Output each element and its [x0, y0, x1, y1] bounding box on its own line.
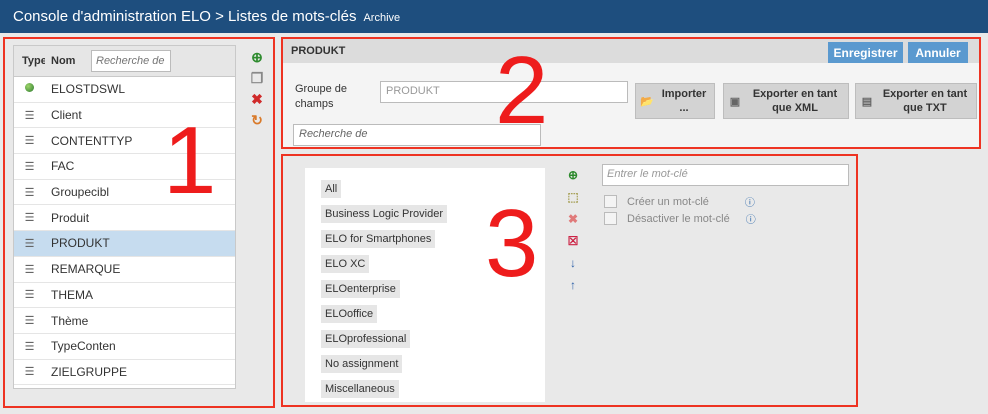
sort-ascending-icon[interactable]: ↓	[564, 256, 582, 278]
txt-export-icon: ▤	[861, 95, 873, 108]
list-item-label: Produit	[51, 210, 90, 225]
info-icon[interactable]: ⓘ	[746, 211, 756, 226]
column-header-name[interactable]: Nom	[45, 55, 91, 67]
list-icon: ☰	[24, 109, 35, 122]
export-xml-button[interactable]: ▣ Exporter en tant que XML	[723, 83, 849, 119]
export-txt-button[interactable]: ▤ Exporter en tant que TXT	[855, 83, 977, 119]
list-icon: ☰	[24, 289, 35, 302]
list-item[interactable]: ☰ ZIELGRUPPE	[14, 360, 235, 386]
list-item[interactable]: ☰ PRODUKT	[14, 231, 235, 257]
annotation-number-1: 1	[163, 107, 217, 214]
list-item-label: ELOSTDSWL	[51, 82, 126, 97]
delete-icon[interactable]: ✖	[247, 91, 267, 112]
keyword-item[interactable]: No assignment	[321, 355, 403, 373]
list-icon: ☰	[24, 340, 35, 353]
keyword-item[interactable]: Miscellaneous	[321, 380, 399, 398]
list-item[interactable]: ☰ REMARQUE	[14, 257, 235, 283]
keyword-input[interactable]: Entrer le mot-clé	[602, 164, 849, 186]
globe-icon	[14, 83, 45, 95]
add-icon[interactable]: ⊕	[247, 49, 267, 70]
info-icon[interactable]: ⓘ	[745, 194, 755, 209]
list-item-label: Groupecibl	[51, 185, 110, 200]
keyword-list-detail-panel: PRODUKT Enregistrer Annuler Groupe de ch…	[281, 37, 981, 149]
keywords-panel: All Business Logic Provider ELO for Smartp…	[281, 154, 858, 407]
title-bar: Console d'administration ELO > Listes de…	[0, 0, 988, 33]
keyword-actions: ⊕ ⬚ ✖ ☒ ↓ ↑	[564, 168, 582, 300]
list-icon: ☰	[24, 237, 35, 250]
list-item-label: Thème	[51, 313, 89, 328]
add-keyword-icon[interactable]: ⊕	[564, 168, 582, 190]
keyword-item[interactable]: ELO XC	[321, 255, 370, 273]
cancel-button[interactable]: Annuler	[908, 42, 968, 63]
list-item[interactable]: ☰ THEMA	[14, 283, 235, 309]
keyword-lists-panel: Type Nom ELOSTDSWL ☰ Client ☰ CONTENTTYP ☰ FAC…	[3, 37, 275, 408]
annotation-number-2: 2	[495, 37, 549, 144]
list-item-label: CONTENTTYP	[51, 133, 133, 148]
sort-descending-icon[interactable]: ↑	[564, 278, 582, 300]
list-item-label: ZIELGRUPPE	[51, 364, 128, 379]
list-item-label: THEMA	[51, 287, 93, 302]
detail-title: PRODUKT	[291, 45, 346, 57]
list-item[interactable]: ☰ TypeConten	[14, 334, 235, 360]
list-item[interactable]: ELOSTDSWL	[14, 77, 235, 103]
import-button[interactable]: 📂 Importer ...	[635, 83, 715, 119]
delete-all-icon[interactable]: ☒	[564, 234, 582, 256]
list-item-label: REMARQUE	[51, 262, 121, 277]
list-icon: ☰	[24, 366, 35, 379]
delete-keyword-icon[interactable]: ✖	[564, 212, 582, 234]
list-icon: ☰	[24, 315, 35, 328]
refresh-icon[interactable]: ↻	[247, 112, 267, 133]
disable-keyword-checkbox[interactable]: Désactiver le mot-clé ⓘ	[604, 211, 756, 226]
create-keyword-checkbox[interactable]: Créer un mot-clé ⓘ	[604, 194, 755, 209]
list-icon: ☰	[24, 135, 35, 148]
list-icon: ☰	[24, 212, 35, 225]
keyword-item[interactable]: All	[321, 180, 342, 198]
list-icon: ☰	[24, 263, 35, 276]
add-sub-keyword-icon[interactable]: ⬚	[564, 190, 582, 212]
list-item-label: PRODUKT	[51, 236, 110, 251]
app-subtitle: Archive	[363, 11, 401, 24]
list-item-label: TypeConten	[51, 339, 116, 354]
keyword-item[interactable]: ELO for Smartphones	[321, 230, 436, 248]
column-header-type[interactable]: Type	[14, 55, 45, 67]
list-actions: ⊕ ❐ ✖ ↻	[247, 49, 267, 133]
annotation-number-3: 3	[485, 190, 539, 297]
list-item-label: Client	[51, 108, 82, 123]
folder-icon: 📂	[640, 95, 654, 108]
list-item[interactable]: ☰ Thème	[14, 308, 235, 334]
keyword-item[interactable]: ELOprofessional	[321, 330, 411, 348]
copy-icon[interactable]: ❐	[247, 70, 267, 91]
keyword-list-table: Type Nom ELOSTDSWL ☰ Client ☰ CONTENTTYP ☰ FAC…	[13, 45, 236, 389]
list-icon: ☰	[24, 160, 35, 173]
keyword-item[interactable]: Business Logic Provider	[321, 205, 448, 223]
table-header: Type Nom	[14, 46, 235, 77]
app-title: Console d'administration ELO > Listes de…	[13, 8, 357, 25]
field-group-label: Groupe de champs	[295, 83, 347, 110]
xml-export-icon: ▣	[729, 95, 741, 108]
list-item-label: FAC	[51, 159, 75, 174]
save-button[interactable]: Enregistrer	[828, 42, 903, 63]
list-icon: ☰	[24, 186, 35, 199]
keyword-item[interactable]: ELOenterprise	[321, 280, 400, 298]
keyword-item[interactable]: ELOoffice	[321, 305, 378, 323]
list-search-input[interactable]	[91, 50, 171, 72]
